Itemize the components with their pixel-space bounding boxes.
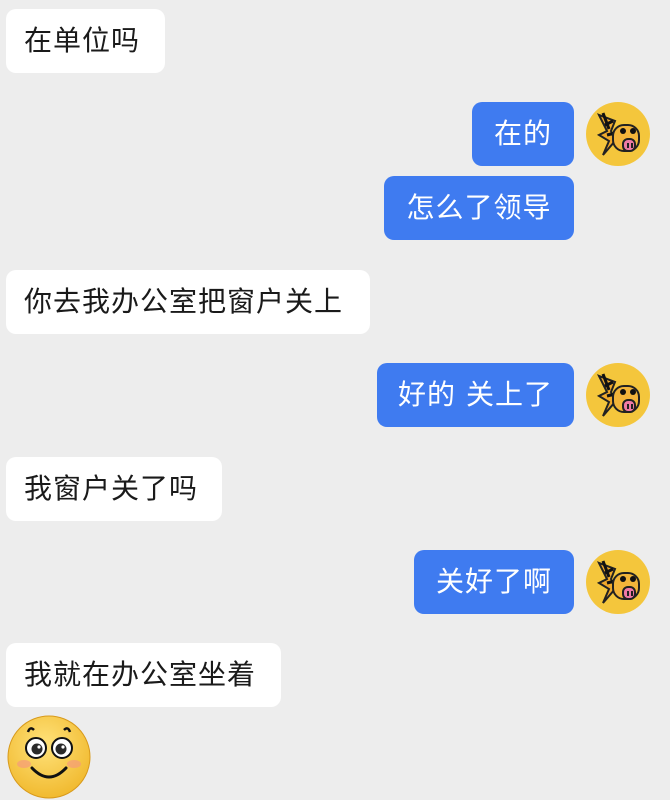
horse-avatar-icon[interactable] [585,549,651,615]
chat-thread: 在单位吗 在的 怎么了领导 你去我办公室把窗户关上 好的 关上了 我窗户关了吗 … [0,0,670,800]
horse-avatar-icon[interactable] [585,362,651,428]
message-bubble-outgoing[interactable]: 怎么了领导 [384,176,574,240]
message-bubble-outgoing[interactable]: 好的 关上了 [377,363,574,427]
message-bubble-incoming[interactable]: 在单位吗 [6,9,165,73]
message-bubble-incoming[interactable]: 我就在办公室坐着 [6,643,281,707]
message-bubble-outgoing[interactable]: 关好了啊 [414,550,574,614]
smiley-face-icon[interactable] [6,714,92,800]
message-bubble-incoming[interactable]: 我窗户关了吗 [6,457,222,521]
horse-avatar-icon[interactable] [585,101,651,167]
message-bubble-outgoing[interactable]: 在的 [472,102,574,166]
message-bubble-incoming[interactable]: 你去我办公室把窗户关上 [6,270,370,334]
